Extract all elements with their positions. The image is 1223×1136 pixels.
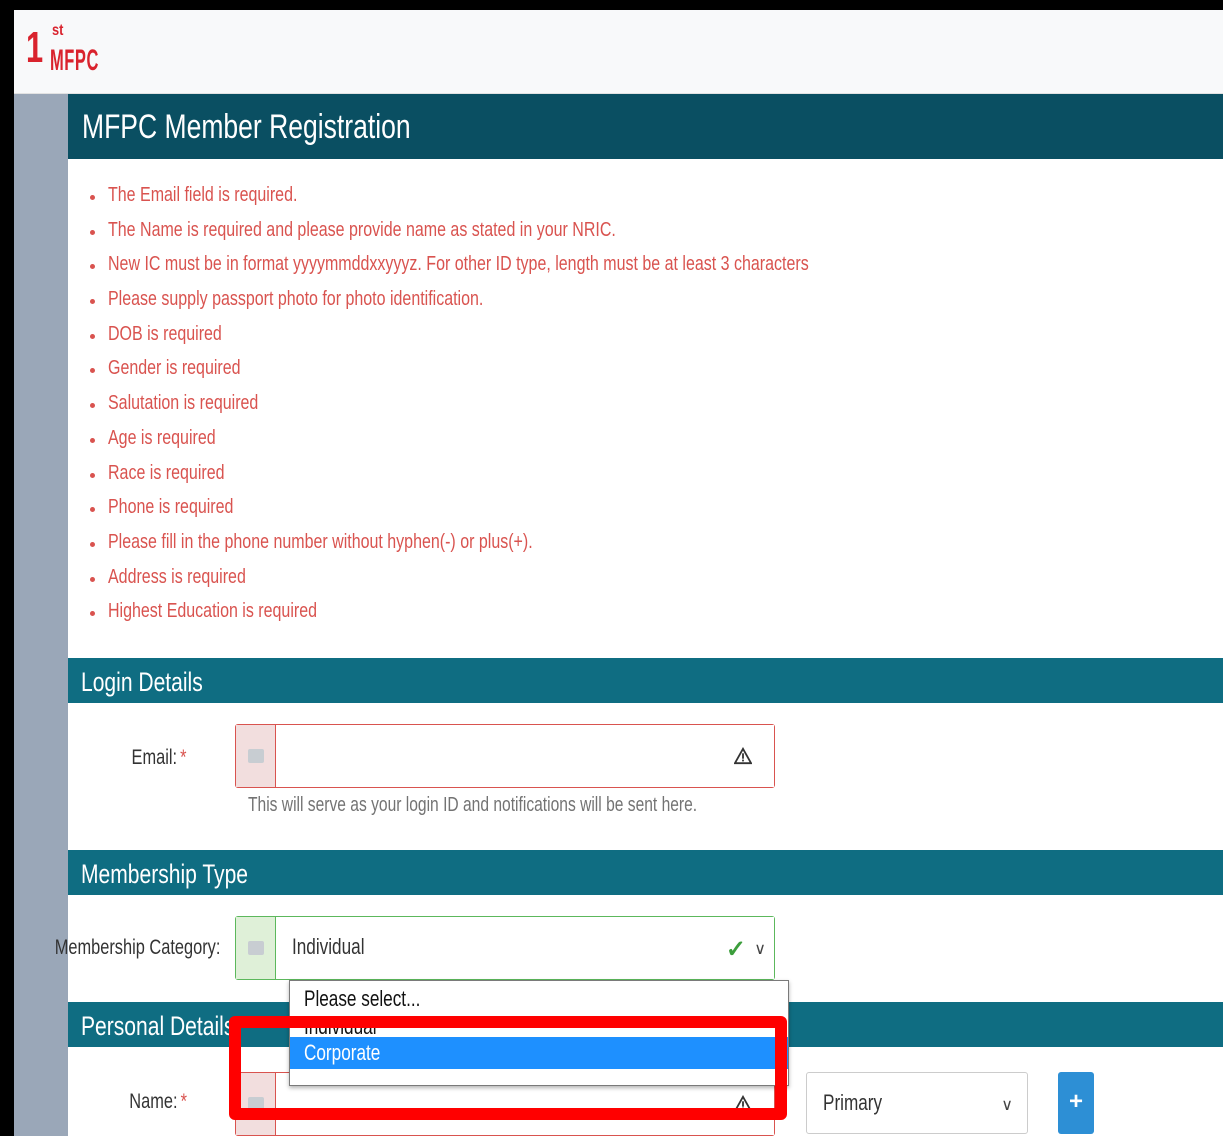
warning-icon xyxy=(734,747,752,765)
selected-value: Primary xyxy=(823,1090,883,1115)
left-sidebar xyxy=(14,94,68,1136)
top-navbar: 1 st MFPC xyxy=(14,10,1223,94)
error-message: Please supply passport photo for photo i… xyxy=(88,288,984,323)
error-message: The Name is required and please provide … xyxy=(88,219,984,254)
membership-category-dropdown[interactable]: Please select... Individual Corporate xyxy=(289,980,789,1086)
logo-number: 1 xyxy=(26,23,44,72)
main-content: MFPC Member Registration The Email field… xyxy=(54,94,1223,1136)
mfpc-logo[interactable]: 1 st MFPC xyxy=(24,16,134,86)
chevron-down-icon: ∨ xyxy=(1001,1097,1013,1114)
error-message: Gender is required xyxy=(88,357,984,392)
envelope-icon xyxy=(236,725,276,787)
error-message: Phone is required xyxy=(88,496,984,531)
email-field[interactable] xyxy=(235,724,775,788)
browser-viewport: 1 st MFPC MFPC Member Registration The E… xyxy=(14,10,1223,1136)
id-card-icon xyxy=(236,1073,276,1135)
check-icon: ✓ xyxy=(725,936,746,963)
warning-icon xyxy=(734,1095,752,1113)
validation-summary: The Email field is required. The Name is… xyxy=(88,184,984,635)
error-message: The Email field is required. xyxy=(88,184,984,219)
required-mark: * xyxy=(180,746,187,769)
error-message: Highest Education is required xyxy=(88,600,984,635)
membership-category-label: Membership Category: xyxy=(54,936,220,959)
required-mark: * xyxy=(180,1090,187,1113)
email-help-text: This will serve as your login ID and not… xyxy=(248,794,698,816)
name-label: Name: * xyxy=(129,1090,187,1113)
login-details-header: Login Details xyxy=(68,658,1223,703)
error-message: Age is required xyxy=(88,427,984,462)
dropdown-option[interactable]: Individual xyxy=(290,1011,788,1039)
page-header: MFPC Member Registration xyxy=(68,94,1223,159)
error-message: Race is required xyxy=(88,462,984,497)
dropdown-option-highlighted[interactable]: Corporate xyxy=(290,1037,788,1069)
add-name-button[interactable]: + xyxy=(1058,1072,1094,1134)
error-message: New IC must be in format yyyymmddxxyyyz.… xyxy=(88,253,984,288)
logo-superscript: st xyxy=(52,22,64,39)
selected-value: Individual xyxy=(292,934,365,959)
membership-category-value[interactable]: Individual ✓ ∨ xyxy=(276,917,774,979)
error-message: Address is required xyxy=(88,566,984,601)
email-input[interactable] xyxy=(276,725,774,787)
error-message: Please fill in the phone number without … xyxy=(88,531,984,566)
envelope-icon xyxy=(236,917,276,979)
section-title: Personal Details xyxy=(81,1011,235,1041)
membership-type-header: Membership Type xyxy=(68,850,1223,895)
name-type-select[interactable]: Primary ∨ xyxy=(806,1072,1028,1134)
chevron-down-icon: ∨ xyxy=(754,941,766,958)
page-title: MFPC Member Registration xyxy=(82,108,411,146)
error-message: DOB is required xyxy=(88,323,984,358)
email-label: Email: * xyxy=(131,746,187,769)
section-title: Login Details xyxy=(81,667,203,697)
error-message: Salutation is required xyxy=(88,392,984,427)
logo-text: MFPC xyxy=(50,44,99,77)
section-title: Membership Type xyxy=(81,859,249,889)
membership-category-select[interactable]: Individual ✓ ∨ xyxy=(235,916,775,980)
